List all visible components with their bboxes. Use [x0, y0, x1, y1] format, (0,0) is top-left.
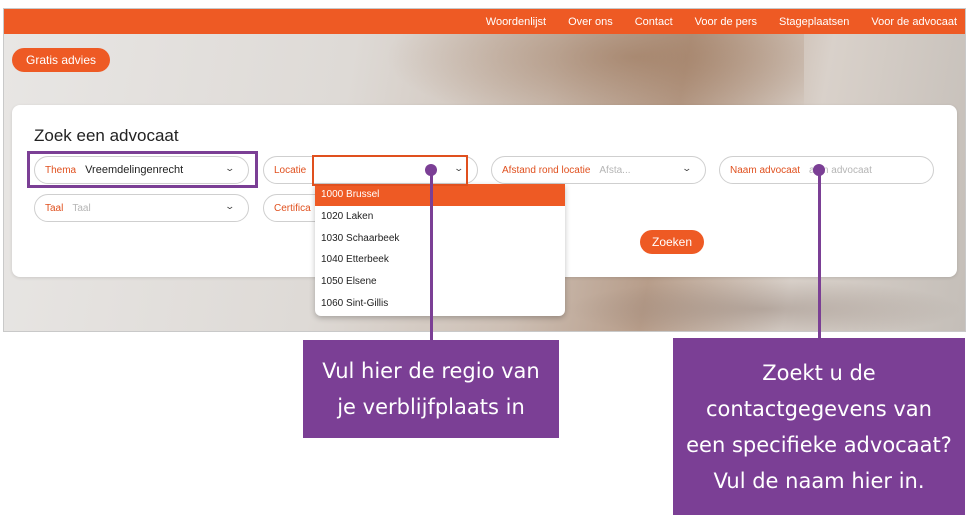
locatie-label: Locatie [274, 164, 307, 176]
callout-line: Vul de naam hier in. [713, 468, 925, 493]
callout-line: Zoekt u de [762, 360, 876, 385]
naam-advocaat-input[interactable]: Naam advocaat aam advocaat [719, 156, 934, 184]
locatie-dropdown-list: 1000 Brussel 1020 Laken 1030 Schaarbeek … [315, 184, 565, 316]
locatie-option[interactable]: 1000 Brussel [315, 184, 565, 206]
certificaat-label: Certifica [274, 202, 311, 214]
afstand-placeholder: Afsta... [599, 164, 631, 176]
locatie-option[interactable]: 1020 Laken [315, 206, 565, 228]
naam-advocaat-label: Naam advocaat [730, 164, 801, 176]
thema-highlight-box [27, 151, 258, 188]
locatie-option[interactable]: 1060 Sint-Gillis [315, 293, 565, 315]
locatie-option[interactable]: 1040 Etterbeek [315, 249, 565, 271]
nav-contact[interactable]: Contact [635, 16, 673, 28]
locatie-option[interactable]: 1050 Elsene [315, 271, 565, 293]
screenshot: Woordenlijst Over ons Contact Voor de pe… [0, 0, 969, 520]
nav-voor-de-pers[interactable]: Voor de pers [695, 16, 757, 28]
taal-select[interactable]: Taal Taal ⌄ [34, 194, 249, 222]
zoeken-button[interactable]: Zoeken [640, 230, 705, 254]
locatie-option[interactable]: 1030 Schaarbeek [315, 228, 565, 250]
nav-stageplaatsen[interactable]: Stageplaatsen [779, 16, 849, 28]
taal-label: Taal [45, 202, 64, 214]
callout-line: contactgegevens van [706, 396, 932, 421]
nav-over-ons[interactable]: Over ons [568, 16, 613, 28]
callout-line: Vul hier de regio van [322, 359, 540, 383]
search-title: Zoek een advocaat [34, 126, 179, 145]
taal-placeholder: Taal [72, 202, 91, 214]
naam-callout: Zoekt u de contactgegevens van een speci… [673, 338, 965, 515]
nav-woordenlijst[interactable]: Woordenlijst [486, 16, 546, 28]
locatie-highlight-box [312, 155, 468, 186]
callout-line: een specifieke advocaat? [686, 432, 952, 457]
top-navigation: Woordenlijst Over ons Contact Voor de pe… [4, 9, 965, 34]
locatie-callout: Vul hier de regio van je verblijfplaats … [303, 340, 559, 438]
callout-line: je verblijfplaats in [337, 395, 525, 419]
naam-connector-line [818, 170, 821, 338]
nav-voor-de-advocaat[interactable]: Voor de advocaat [871, 16, 957, 28]
afstand-select[interactable]: Afstand rond locatie Afsta... ⌄ [491, 156, 706, 184]
chevron-down-icon: ⌄ [681, 163, 693, 173]
chevron-down-icon: ⌄ [224, 201, 236, 211]
gratis-advies-button[interactable]: Gratis advies [12, 48, 111, 72]
hero-background-lower [564, 279, 964, 331]
locatie-connector-line [430, 170, 433, 340]
afstand-label: Afstand rond locatie [502, 164, 591, 176]
